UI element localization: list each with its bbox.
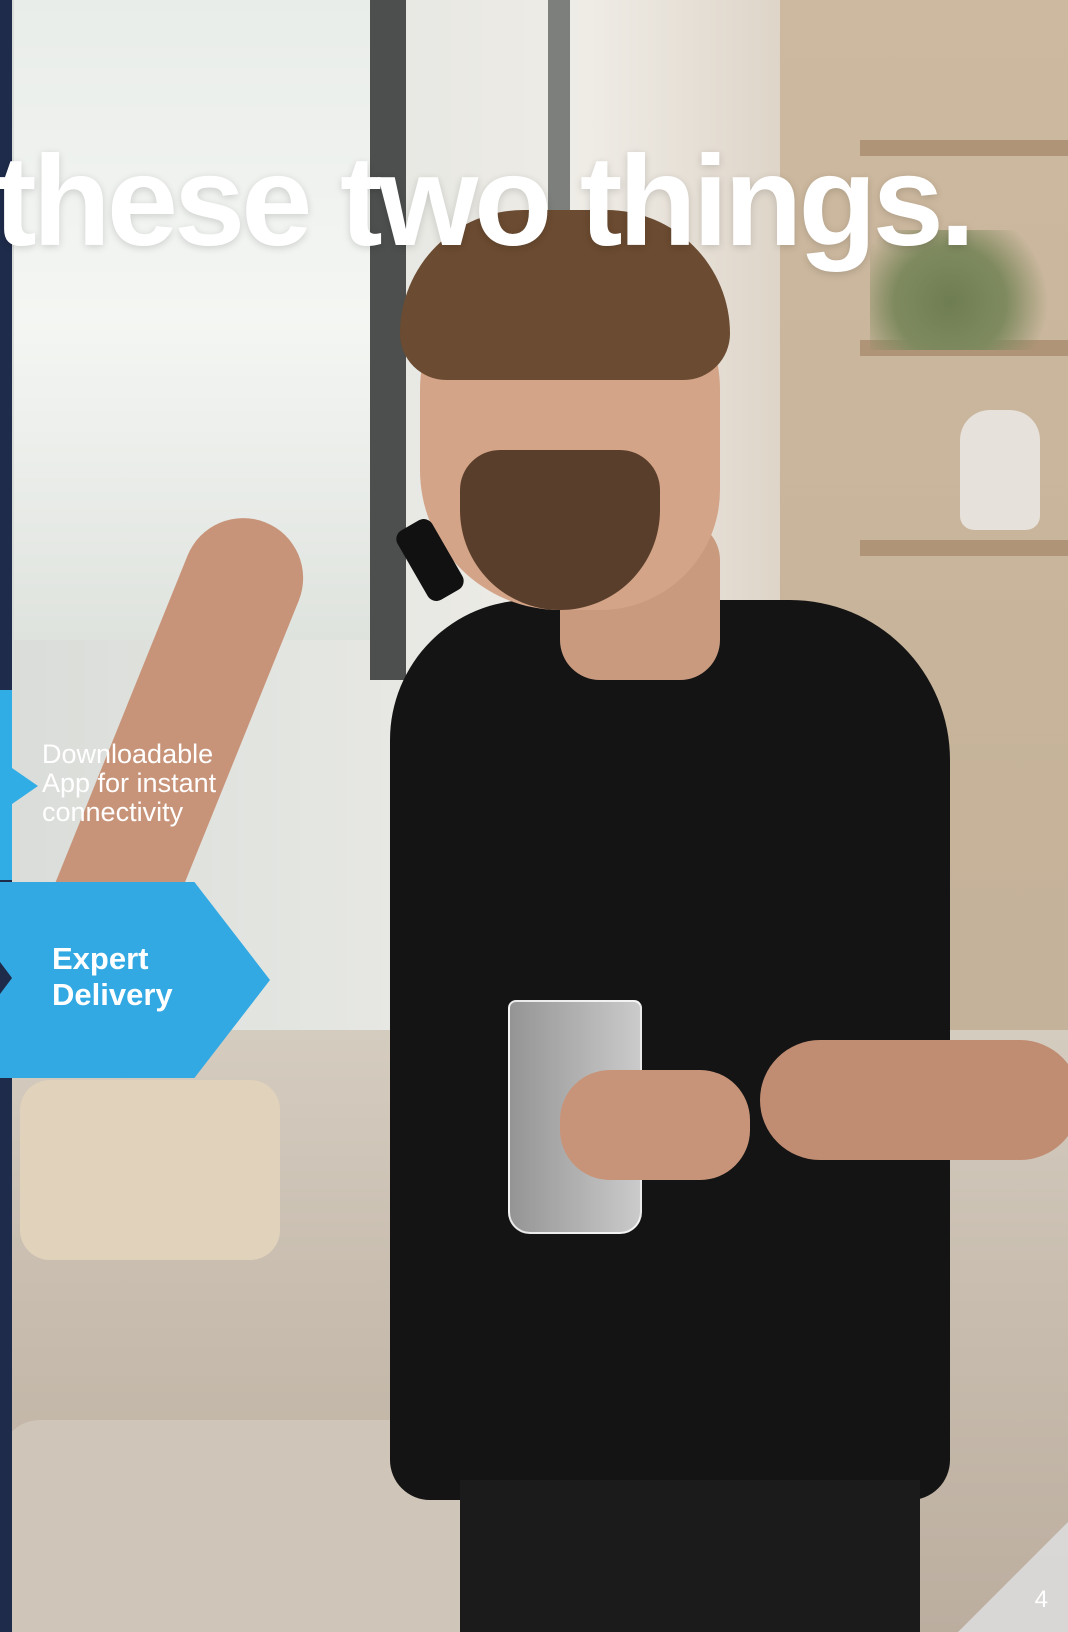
feature-delivery-title: Expert Delivery (52, 941, 173, 1012)
headline: these two things. (0, 130, 975, 273)
person-forearm (760, 1040, 1068, 1160)
vase (960, 410, 1040, 530)
feature-pointer-icon (12, 768, 38, 804)
sofa-cushion (20, 1080, 280, 1260)
shelf (860, 540, 1068, 556)
person-pants (460, 1480, 920, 1632)
page-number: 4 (1034, 1586, 1048, 1613)
feature-app-text: Downloadable App for instant connectivit… (42, 739, 217, 827)
brochure-page: these two things. Downloadable App for i… (0, 0, 1068, 1632)
person-hand (560, 1070, 750, 1180)
chevron-notch (0, 962, 12, 994)
feature-accent-bar (0, 690, 12, 880)
